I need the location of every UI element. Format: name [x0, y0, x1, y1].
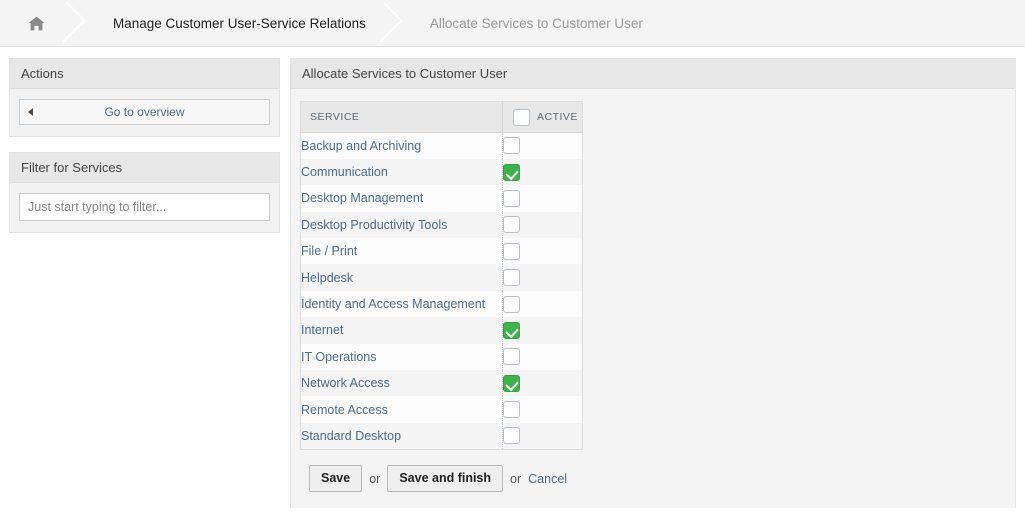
- service-name-cell[interactable]: Helpdesk: [300, 264, 503, 291]
- service-active-cell: [502, 185, 583, 212]
- column-header-service: SERVICE: [300, 101, 503, 133]
- service-active-checkbox[interactable]: [503, 269, 520, 287]
- main-column: Allocate Services to Customer User SERVI…: [290, 58, 1016, 509]
- table-row: File / Print: [300, 238, 583, 265]
- content-panel: Allocate Services to Customer User SERVI…: [290, 58, 1016, 509]
- table-row: Backup and Archiving: [300, 132, 583, 159]
- service-active-cell: [502, 343, 583, 371]
- service-active-cell: [502, 370, 583, 397]
- service-active-cell: [502, 211, 583, 239]
- service-name-cell[interactable]: Network Access: [300, 370, 503, 397]
- save-and-finish-button[interactable]: Save and finish: [387, 464, 504, 493]
- save-button[interactable]: Save: [309, 464, 363, 493]
- service-active-cell: [502, 290, 583, 318]
- table-row: Helpdesk: [300, 264, 583, 291]
- breadcrumb-item-allocate-services: Allocate Services to Customer User: [406, 0, 657, 46]
- service-active-cell: [502, 132, 583, 159]
- table-head: SERVICE ACTIVE: [300, 101, 583, 133]
- service-active-checkbox[interactable]: [503, 137, 520, 155]
- service-active-checkbox[interactable]: [503, 348, 520, 366]
- master-active-checkbox[interactable]: [513, 108, 530, 126]
- service-active-checkbox[interactable]: [503, 242, 520, 260]
- actions-widget-title: Actions: [10, 59, 279, 89]
- service-name-cell[interactable]: Standard Desktop: [300, 422, 503, 450]
- filter-widget: Filter for Services: [9, 152, 280, 233]
- breadcrumb-item-manage-relations[interactable]: Manage Customer User-Service Relations: [89, 0, 380, 46]
- column-header-active-label: ACTIVE: [537, 111, 578, 123]
- table-header-row: SERVICE ACTIVE: [300, 101, 583, 133]
- service-active-cell: [502, 238, 583, 265]
- service-name-cell[interactable]: Internet: [300, 317, 503, 344]
- service-name-cell[interactable]: Remote Access: [300, 396, 503, 423]
- filter-services-input[interactable]: [19, 193, 270, 221]
- actions-widget-body: Go to overview: [10, 89, 279, 136]
- table-row: Network Access: [300, 370, 583, 397]
- service-name-cell[interactable]: Backup and Archiving: [300, 132, 503, 159]
- service-name-cell[interactable]: Desktop Productivity Tools: [300, 211, 503, 239]
- service-name-cell[interactable]: IT Operations: [300, 343, 503, 371]
- breadcrumb-item-label: Allocate Services to Customer User: [429, 15, 643, 31]
- table-row: Remote Access: [300, 396, 583, 423]
- service-active-cell: [502, 317, 583, 344]
- service-active-checkbox[interactable]: [503, 216, 520, 234]
- table-row: Identity and Access Management: [300, 290, 583, 318]
- go-to-overview-label: Go to overview: [104, 105, 185, 119]
- service-active-checkbox[interactable]: [503, 189, 520, 207]
- table-body: Backup and Archiving Communication Desktop…: [300, 132, 583, 450]
- service-name-cell[interactable]: File / Print: [300, 238, 503, 265]
- home-icon: [28, 16, 45, 31]
- table-row: Desktop Management: [300, 185, 583, 212]
- service-active-cell: [502, 264, 583, 291]
- service-active-cell: [502, 396, 583, 423]
- footer-actions: Save or Save and finish or Cancel: [300, 450, 1015, 509]
- service-active-checkbox[interactable]: [503, 321, 520, 339]
- allocate-services-table: SERVICE ACTIVE Backup and Archiving Commu…: [300, 101, 583, 450]
- table-row: IT Operations: [300, 343, 583, 371]
- breadcrumb-separator-1: [63, 0, 89, 46]
- service-active-checkbox[interactable]: [503, 163, 520, 181]
- sidebar: Actions Go to overview Filter for Servic…: [9, 58, 280, 248]
- table-row: Desktop Productivity Tools: [300, 211, 583, 239]
- breadcrumb-home[interactable]: [0, 0, 63, 46]
- service-active-checkbox[interactable]: [503, 374, 520, 392]
- column-header-active: ACTIVE: [502, 101, 583, 133]
- page-body: Actions Go to overview Filter for Servic…: [0, 47, 1025, 509]
- service-name-cell[interactable]: Desktop Management: [300, 185, 503, 212]
- breadcrumb: Manage Customer User-Service Relations A…: [0, 0, 1025, 47]
- or-separator-2: or: [510, 471, 522, 486]
- or-separator-1: or: [369, 471, 381, 486]
- service-active-cell: [502, 158, 583, 186]
- table-row: Standard Desktop: [300, 422, 583, 450]
- content-panel-body: SERVICE ACTIVE Backup and Archiving Commu…: [291, 89, 1015, 508]
- table-row: Communication: [300, 158, 583, 186]
- filter-widget-title: Filter for Services: [10, 153, 279, 183]
- breadcrumb-item-label: Manage Customer User-Service Relations: [113, 15, 366, 31]
- table-row: Internet: [300, 317, 583, 344]
- filter-widget-body: [10, 183, 279, 232]
- go-to-overview-button[interactable]: Go to overview: [19, 99, 270, 125]
- actions-widget: Actions Go to overview: [9, 58, 280, 137]
- content-panel-title: Allocate Services to Customer User: [291, 59, 1015, 89]
- service-active-cell: [502, 422, 583, 450]
- service-active-checkbox[interactable]: [503, 295, 520, 313]
- breadcrumb-separator-2: [380, 0, 406, 46]
- service-active-checkbox[interactable]: [503, 427, 520, 445]
- service-active-checkbox[interactable]: [503, 401, 520, 419]
- service-name-cell[interactable]: Communication: [300, 158, 503, 186]
- cancel-link[interactable]: Cancel: [528, 472, 567, 486]
- service-name-cell[interactable]: Identity and Access Management: [300, 290, 503, 318]
